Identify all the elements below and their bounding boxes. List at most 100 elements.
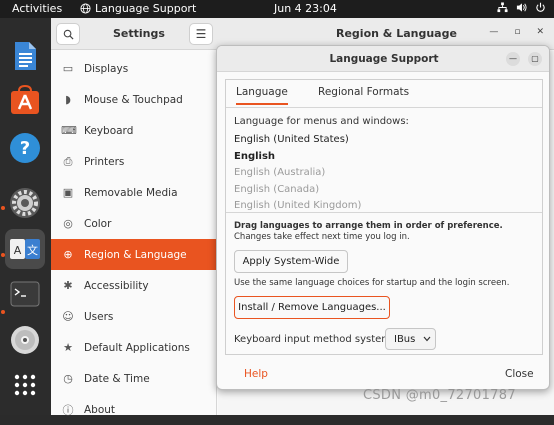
keyboard-input-value: IBus <box>394 333 416 345</box>
dialog-title: Language Support <box>329 53 439 65</box>
same-choices-note: Use the same language choices for startu… <box>234 278 510 288</box>
top-bar: Activities Language Support Jun 4 23:04 <box>0 0 554 18</box>
display-icon: ▭ <box>62 62 74 75</box>
dock: ? A文 <box>0 18 51 415</box>
hamburger-icon: ☰ <box>195 27 207 41</box>
list-item[interactable]: English (United Kingdom) <box>234 198 534 212</box>
keyboard-icon: ⌨ <box>61 124 77 137</box>
sidebar-item-label: Date & Time <box>84 372 150 385</box>
sidebar-item-label: Keyboard <box>84 124 134 137</box>
list-item[interactable]: English (Canada) <box>234 182 534 199</box>
sidebar-item-color[interactable]: ◎ Color <box>51 208 217 239</box>
tab-regional-formats[interactable]: Regional Formats <box>318 86 409 98</box>
activities-button[interactable]: Activities <box>12 2 62 15</box>
sidebar-item-printers[interactable]: ⎙ Printers <box>51 146 217 177</box>
hamburger-menu-button[interactable]: ☰ <box>189 23 213 45</box>
maximize-icon[interactable]: ▢ <box>528 52 542 66</box>
clock[interactable]: Jun 4 23:04 <box>274 2 337 15</box>
power-icon <box>536 2 546 12</box>
minimize-icon[interactable]: — <box>506 52 520 66</box>
software-launcher[interactable] <box>5 80 45 120</box>
svg-text:文: 文 <box>27 243 38 257</box>
settings-gear-icon <box>10 188 40 218</box>
list-item[interactable]: English <box>234 149 534 166</box>
install-remove-languages-button[interactable]: Install / Remove Languages... <box>234 296 390 319</box>
sidebar-item-label: Displays <box>84 62 129 75</box>
search-button[interactable] <box>56 23 80 45</box>
close-button[interactable]: Close <box>505 368 534 380</box>
tab-language[interactable]: Language <box>236 86 288 105</box>
svg-text:?: ? <box>20 138 30 159</box>
help-icon: ? <box>10 133 40 163</box>
sidebar-item-label: Removable Media <box>84 186 178 199</box>
text-editor-icon <box>15 42 36 70</box>
software-store-icon <box>11 84 39 114</box>
star-icon: ★ <box>63 341 73 354</box>
disc-launcher[interactable] <box>5 320 45 360</box>
running-indicator <box>1 310 5 314</box>
system-tray[interactable] <box>497 2 546 13</box>
sidebar-item-users[interactable]: ☺ Users <box>51 301 217 332</box>
app-menu[interactable]: Language Support <box>80 2 196 15</box>
terminal-icon <box>10 281 40 307</box>
printer-icon: ⎙ <box>63 154 73 168</box>
help-launcher[interactable]: ? <box>5 128 45 168</box>
chevron-down-icon <box>423 336 431 342</box>
language-support-launcher[interactable]: A文 <box>5 229 45 269</box>
sidebar-item-label: Accessibility <box>84 279 149 292</box>
apply-system-wide-button[interactable]: Apply System-Wide <box>234 250 348 273</box>
language-support-dialog: Language Support — ▢ Language Regional F… <box>216 45 550 390</box>
list-item[interactable]: English (Australia) <box>234 165 534 182</box>
sidebar-item-label: Printers <box>84 155 125 168</box>
pane-title: Region & Language <box>336 27 457 40</box>
sidebar-item-label: Color <box>84 217 112 230</box>
network-icon <box>497 2 508 13</box>
app-menu-label: Language Support <box>95 2 197 15</box>
drag-hint: Drag languages to arrange them in order … <box>234 221 503 231</box>
sidebar-item-label: Users <box>84 310 114 323</box>
sidebar-item-displays[interactable]: ▭ Displays <box>51 53 217 84</box>
text-editor-launcher[interactable] <box>5 36 45 76</box>
sidebar-item-mouse[interactable]: ◗ Mouse & Touchpad <box>51 84 217 115</box>
sidebar-item-removable-media[interactable]: ▣ Removable Media <box>51 177 217 208</box>
keyboard-input-label: Keyboard input method system: <box>234 334 395 345</box>
sidebar-item-accessibility[interactable]: ✱ Accessibility <box>51 270 217 301</box>
terminal-launcher[interactable] <box>5 274 45 314</box>
app-grid-launcher[interactable] <box>5 365 45 405</box>
accessibility-icon: ✱ <box>63 279 73 292</box>
menus-language-label: Language for menus and windows: <box>234 116 409 127</box>
globe-icon: ⊕ <box>63 248 73 261</box>
sidebar-item-label: About <box>84 403 116 416</box>
language-support-icon: A文 <box>10 239 40 259</box>
sidebar-item-keyboard[interactable]: ⌨ Keyboard <box>51 115 217 146</box>
sidebar-item-date-time[interactable]: ◷ Date & Time <box>51 363 217 394</box>
keyboard-input-select[interactable]: IBus <box>385 328 436 350</box>
search-icon <box>63 29 74 40</box>
globe-icon <box>80 3 91 14</box>
volume-icon <box>516 3 527 12</box>
install-remove-label: Install / Remove Languages... <box>238 302 386 313</box>
settings-title: Settings <box>113 27 165 40</box>
media-icon: ▣ <box>62 186 74 199</box>
window-controls: — ▫ ✕ <box>489 27 544 37</box>
disc-icon <box>11 326 39 354</box>
mouse-icon: ◗ <box>65 93 71 106</box>
dialog-header: Language Support — ▢ <box>217 46 549 72</box>
apply-system-wide-label: Apply System-Wide <box>242 256 340 267</box>
minimize-icon[interactable]: — <box>489 27 498 37</box>
sidebar-item-region-language[interactable]: ⊕ Region & Language <box>51 239 217 270</box>
info-icon: ⓘ <box>62 403 74 417</box>
clock-icon: ◷ <box>63 372 73 385</box>
close-icon[interactable]: ✕ <box>536 27 544 37</box>
color-icon: ◎ <box>63 217 73 230</box>
sidebar-item-label: Region & Language <box>84 248 187 261</box>
sidebar-item-default-applications[interactable]: ★ Default Applications <box>51 332 217 363</box>
list-item[interactable]: English (United States) <box>234 132 534 149</box>
maximize-icon[interactable]: ▫ <box>514 27 520 37</box>
sidebar-item-label: Default Applications <box>84 341 190 354</box>
sidebar-item-about[interactable]: ⓘ About <box>51 394 217 425</box>
settings-launcher[interactable] <box>5 183 45 223</box>
language-list[interactable]: English (United States) English English … <box>234 132 534 212</box>
help-button[interactable]: Help <box>244 368 268 380</box>
watermark: CSDN @m0_72701787 <box>363 388 516 403</box>
